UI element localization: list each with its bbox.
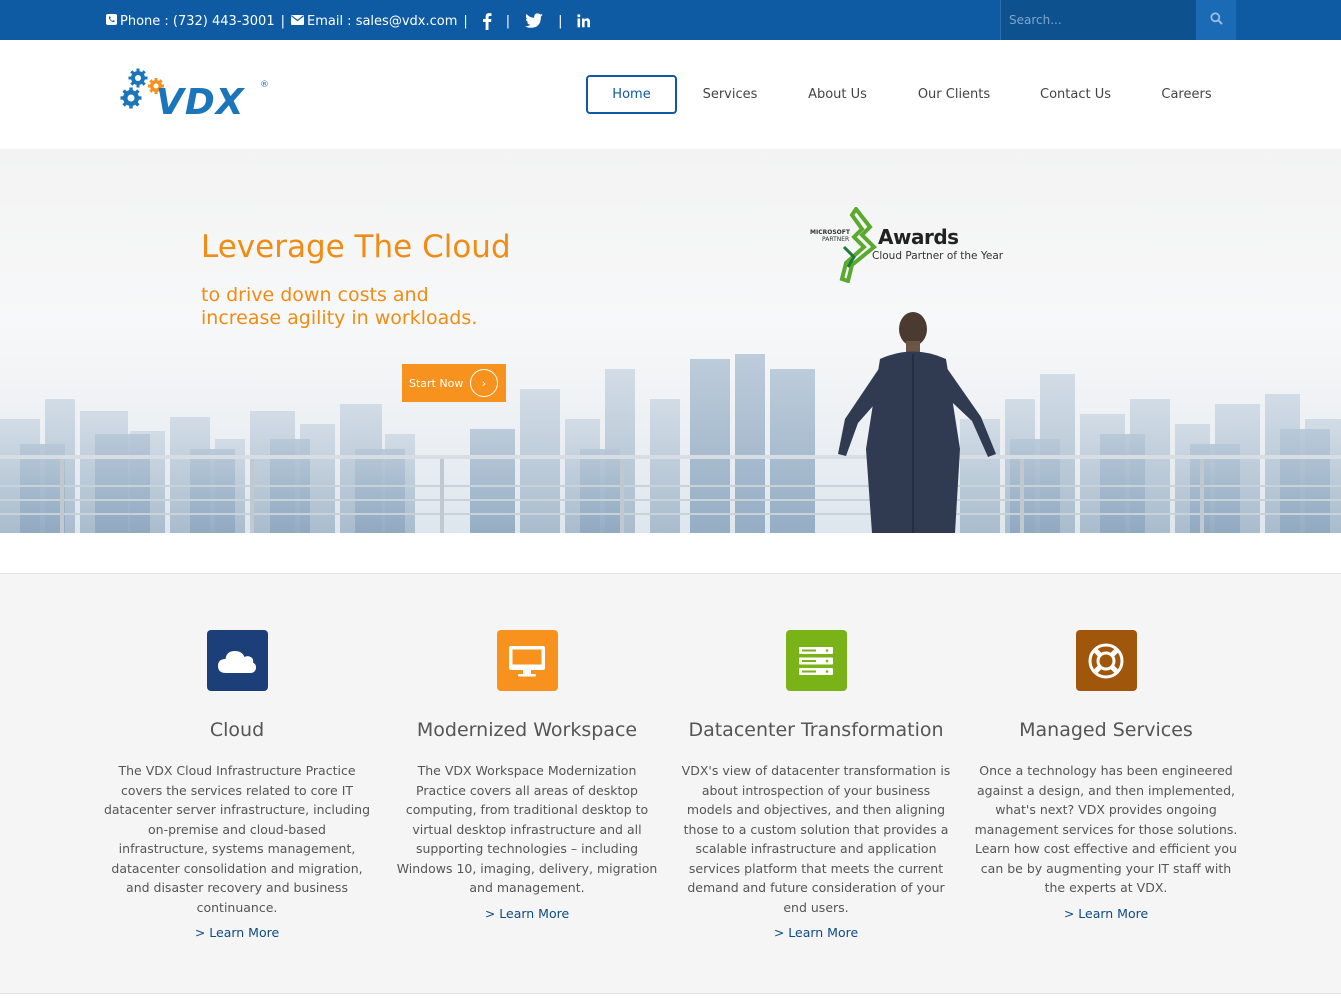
brand-name: VDX	[156, 82, 245, 123]
hero-subtitle-line: to drive down costs and	[201, 284, 429, 306]
feature-managed-services: Managed Services Once a technology has b…	[971, 630, 1241, 922]
award-title: Awards	[878, 225, 959, 249]
award-brand-line2: PARTNER	[822, 236, 850, 243]
feature-description: The VDX Cloud Infrastructure Practice co…	[103, 763, 371, 915]
award-subtitle: Cloud Partner of the Year	[872, 250, 1004, 262]
feature-title: Modernized Workspace	[416, 719, 638, 741]
city-skyline-image	[0, 312, 1341, 533]
start-now-button[interactable]: Start Now ›	[402, 364, 506, 402]
learn-more-link[interactable]: > Learn More	[774, 925, 858, 940]
learn-more-link[interactable]: > Learn More	[485, 906, 569, 921]
twitter-icon[interactable]	[524, 13, 544, 29]
search-button[interactable]	[1196, 0, 1236, 40]
services-section: Cloud The VDX Cloud Infrastructure Pract…	[0, 573, 1341, 994]
social-links: | |	[482, 12, 591, 30]
phone-label: Phone : (732) 443-3001	[120, 13, 275, 29]
phone-icon	[106, 13, 117, 29]
vdx-logo[interactable]: VDX ®	[118, 66, 278, 130]
monitor-icon[interactable]	[496, 630, 558, 691]
feature-title: Datacenter Transformation	[688, 719, 944, 741]
linkedin-icon[interactable]	[576, 14, 591, 28]
separator: |	[280, 13, 285, 29]
learn-more-link[interactable]: > Learn More	[195, 925, 279, 940]
hero-subtitle-line: increase agility in workloads.	[201, 307, 478, 329]
feature-description: The VDX Workspace Modernization Practice…	[396, 763, 658, 895]
award-brand-line1: MICROSOFT	[810, 229, 850, 236]
feature-title: Cloud	[209, 719, 265, 741]
separator: |	[505, 13, 511, 29]
envelope-icon	[290, 14, 304, 29]
feature-description: Once a technology has been engineered ag…	[974, 763, 1238, 895]
cloud-icon[interactable]	[206, 630, 268, 691]
feature-datacenter-transformation: Datacenter Transformation VDX's view of …	[681, 630, 951, 941]
microsoft-award-badge: MICROSOFT PARTNER Awards Cloud Partner o…	[808, 207, 1008, 283]
feature-description: VDX's view of datacenter transformation …	[681, 763, 951, 915]
top-bar: Phone : (732) 443-3001 | Email : sales@v…	[0, 0, 1341, 40]
server-icon[interactable]	[785, 630, 847, 691]
nav-services[interactable]: Services	[677, 75, 783, 114]
learn-more-link[interactable]: > Learn More	[1064, 906, 1148, 921]
nav-about-us[interactable]: About Us	[783, 75, 892, 114]
site-header: VDX ® Home Services About Us Our Clients…	[0, 40, 1341, 149]
search-icon	[1209, 12, 1223, 28]
contact-info: Phone : (732) 443-3001 | Email : sales@v…	[106, 12, 591, 30]
separator: |	[463, 13, 468, 29]
start-now-label: Start Now	[409, 376, 464, 390]
nav-home[interactable]: Home	[586, 75, 677, 114]
facebook-icon[interactable]	[482, 12, 492, 30]
hero-subtitle: to drive down costs and increase agility…	[201, 284, 521, 330]
feature-title: Managed Services	[1019, 719, 1193, 741]
feature-modernized-workspace: Modernized Workspace The VDX Workspace M…	[392, 630, 662, 922]
hero-banner: Leverage The Cloud to drive down costs a…	[0, 149, 1341, 533]
email-label[interactable]: Email : sales@vdx.com	[307, 14, 457, 29]
registered-mark: ®	[260, 80, 269, 90]
search-input[interactable]	[1000, 0, 1196, 40]
hero-title: Leverage The Cloud	[201, 229, 511, 265]
nav-our-clients[interactable]: Our Clients	[892, 75, 1016, 114]
nav-careers[interactable]: Careers	[1135, 75, 1238, 114]
separator: |	[558, 13, 563, 29]
lifebuoy-icon[interactable]	[1075, 630, 1137, 691]
feature-cloud: Cloud The VDX Cloud Infrastructure Pract…	[102, 630, 372, 941]
search-bar	[1000, 0, 1236, 40]
chevron-right-icon: ›	[470, 369, 498, 397]
nav-contact-us[interactable]: Contact Us	[1016, 75, 1135, 114]
main-nav: Home Services About Us Our Clients Conta…	[586, 75, 1238, 114]
